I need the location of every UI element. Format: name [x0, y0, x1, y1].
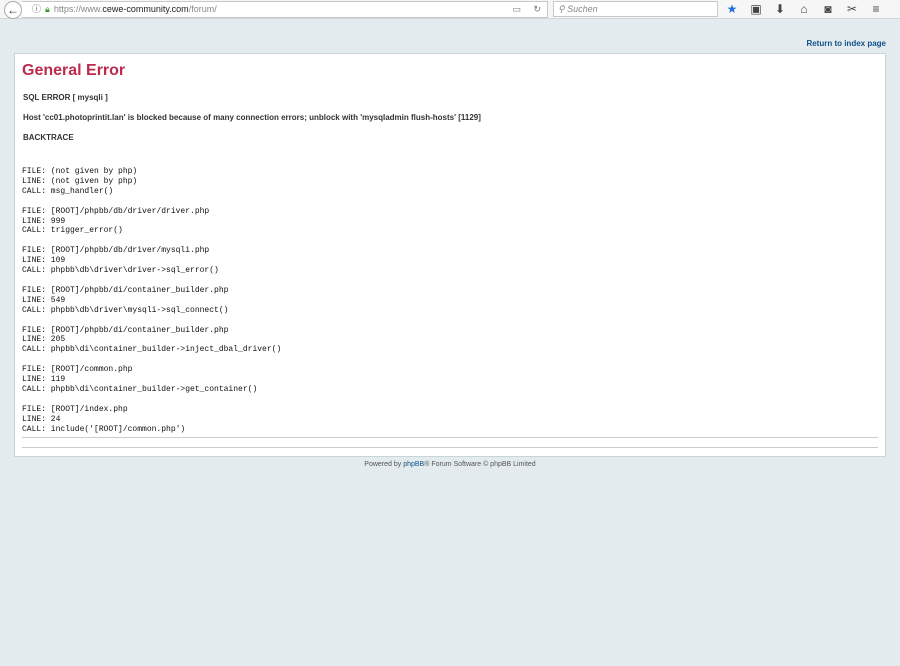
divider [22, 447, 878, 448]
browser-toolbar: ← ⓘ 🔒︎ https://www.cewe-community.com/foru… [0, 0, 900, 19]
return-to-index-link[interactable]: Return to index page [806, 39, 886, 48]
download-icon[interactable]: ⬇ [774, 0, 786, 18]
screenshot-icon[interactable]: ✂ [846, 0, 858, 18]
search-input[interactable]: ⚲ Suchen [553, 1, 718, 17]
url-path: /forum/ [188, 4, 217, 14]
url-prefix: https://www. [53, 4, 103, 14]
backtrace-label: BACKTRACE [23, 133, 74, 142]
footer-copyright: ® Forum Software © phpBB Limited [424, 461, 536, 468]
backtrace: FILE: (not given by php) LINE: (not give… [22, 167, 282, 434]
menu-icon[interactable]: ≡ [870, 0, 882, 18]
search-placeholder: Suchen [567, 4, 598, 14]
footer: Powered by phpBB® Forum Software © phpBB… [0, 461, 900, 468]
lock-icon: 🔒︎ [45, 4, 50, 14]
reader-view-icon[interactable]: ▭ [512, 2, 521, 17]
error-panel: General Error SQL ERROR [ mysqli ] Host … [14, 53, 886, 457]
phpbb-link[interactable]: phpBB [403, 461, 424, 468]
page-title: General Error [22, 62, 126, 79]
address-bar[interactable]: ⓘ 🔒︎ https://www.cewe-community.com/forum/… [22, 1, 548, 18]
pocket-icon[interactable]: ◙ [822, 0, 834, 18]
back-button[interactable]: ← [4, 1, 22, 19]
home-icon[interactable]: ⌂ [798, 0, 810, 18]
error-message: Host 'cc01.photoprintit.lan' is blocked … [23, 113, 481, 122]
info-icon[interactable]: ⓘ [32, 4, 41, 14]
bookmark-star-icon[interactable]: ★ [726, 0, 738, 18]
sql-error-label: SQL ERROR [ mysqli ] [23, 93, 108, 102]
divider [22, 437, 878, 438]
url-domain: cewe-community.com [102, 4, 189, 14]
footer-powered: Powered by [364, 461, 404, 468]
reload-icon[interactable]: ↻ [533, 2, 541, 17]
bookmarks-icon[interactable]: ▣ [750, 0, 762, 18]
